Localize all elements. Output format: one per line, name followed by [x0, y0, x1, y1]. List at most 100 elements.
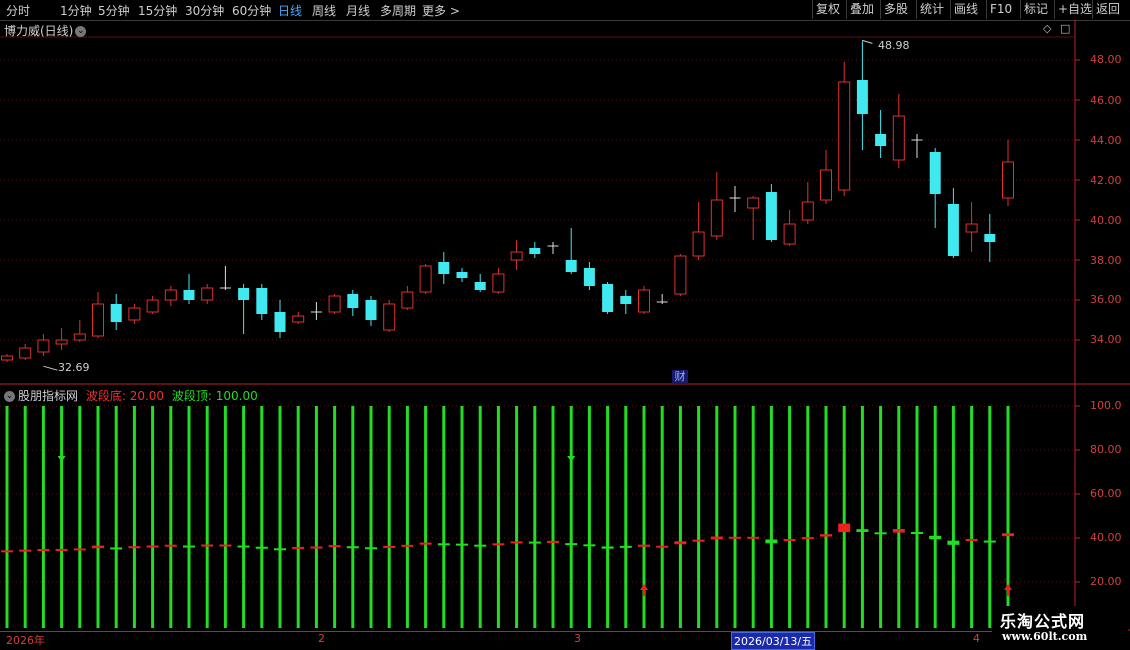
- indicator-block: [674, 541, 687, 545]
- indicator-block: [365, 547, 377, 550]
- candle-body: [73, 333, 86, 341]
- candle-body: [875, 134, 887, 146]
- candle-body: [474, 282, 486, 290]
- indicator-block: [510, 541, 523, 544]
- indicator-block: [929, 535, 942, 540]
- indicator-block: [619, 545, 632, 548]
- candle-body: [419, 265, 432, 293]
- candle-body: [947, 204, 959, 256]
- indicator-block: [765, 539, 778, 544]
- candle-body: [19, 347, 32, 359]
- candle-body: [747, 197, 760, 209]
- date-label: 4: [973, 632, 980, 645]
- indicator-block: [146, 545, 159, 548]
- candle-body: [1002, 161, 1014, 199]
- indicator-block: [201, 544, 214, 547]
- indicator-block: [110, 547, 123, 550]
- y-tick-label: 44.00: [1090, 134, 1122, 147]
- arrow-down-icon: [567, 450, 576, 462]
- candle-body: [183, 290, 195, 300]
- candle-body: [929, 152, 941, 194]
- candle-body: [256, 288, 268, 314]
- arrow-up-icon: [1004, 584, 1012, 596]
- arrow-up-icon: [640, 584, 648, 596]
- candle-body: [347, 294, 359, 308]
- indicator-block: [492, 543, 505, 546]
- indicator-y-tick: 100.0: [1090, 399, 1122, 412]
- indicator-block: [729, 536, 741, 539]
- y-tick-label: 46.00: [1090, 94, 1122, 107]
- window-toggle-icon[interactable]: □: [1060, 22, 1070, 35]
- candle-body: [565, 260, 577, 272]
- candle-body: [456, 272, 468, 278]
- candle-body: [638, 289, 650, 313]
- candle-body: [692, 231, 705, 257]
- top-line-label: 波段顶: 100.00: [171, 389, 258, 403]
- indicator-block: [801, 537, 814, 540]
- indicator-block: [601, 546, 614, 549]
- indicator-block: [911, 531, 923, 534]
- indicator-block: [583, 544, 596, 547]
- indicator-block: [874, 532, 887, 535]
- indicator-block: [128, 546, 141, 549]
- indicator-block: [528, 541, 541, 544]
- indicator-y-tick: 20.00: [1090, 575, 1122, 588]
- candle-body: [328, 295, 341, 313]
- candle-body: [238, 288, 250, 300]
- indicator-block: [747, 536, 760, 539]
- indicator-y-tick: 80.00: [1090, 443, 1122, 456]
- candle-body: [401, 291, 414, 309]
- y-tick-label: 38.00: [1090, 254, 1122, 267]
- y-tick-label: 42.00: [1090, 174, 1122, 187]
- candle-body: [602, 284, 614, 312]
- chevron-down-icon[interactable]: ⌄: [75, 26, 87, 37]
- high-price-label: 48.98: [878, 39, 910, 52]
- indicator-block: [328, 545, 341, 548]
- candle-body: [292, 315, 305, 323]
- indicator-block: [983, 540, 996, 543]
- candle-body: [783, 223, 796, 245]
- candle-body: [365, 300, 377, 320]
- diamond-icon[interactable]: ◇: [1043, 22, 1051, 35]
- selected-date: 2026/03/13/五: [731, 632, 816, 650]
- indicator-block: [310, 546, 323, 549]
- indicator-block: [947, 540, 960, 545]
- candle-body: [37, 339, 50, 353]
- y-tick-label: 34.00: [1090, 333, 1122, 346]
- indicator-block: [1, 550, 13, 553]
- indicator-block: [838, 523, 851, 533]
- candle-body: [838, 81, 851, 191]
- candle-body: [438, 262, 450, 274]
- candlestick-chart[interactable]: [0, 0, 1130, 650]
- candle-body: [965, 223, 978, 233]
- candle-body: [856, 80, 868, 114]
- candle-body: [820, 169, 832, 201]
- low-price-label: 32.69: [58, 361, 90, 374]
- candle-body: [1, 355, 13, 361]
- candle-body: [892, 115, 905, 161]
- indicator-name: 股朋指标网: [18, 389, 79, 403]
- indicator-y-tick: 60.00: [1090, 487, 1122, 500]
- indicator-block: [656, 545, 669, 548]
- indicator-block: [710, 536, 723, 540]
- stock-title: 博力威(日线): [4, 24, 74, 38]
- candle-body: [492, 273, 505, 293]
- date-label: 2: [318, 632, 325, 645]
- finance-marker[interactable]: 财: [672, 370, 688, 384]
- candle-body: [765, 192, 777, 240]
- y-tick-label: 40.00: [1090, 214, 1122, 227]
- indicator-block: [474, 544, 487, 547]
- indicator-block: [383, 545, 396, 548]
- y-tick-label: 36.00: [1090, 293, 1122, 306]
- indicator-block: [965, 539, 978, 542]
- candle-body: [583, 268, 595, 286]
- indicator-block: [292, 546, 305, 549]
- indicator-block: [783, 539, 796, 542]
- candle-body: [510, 251, 523, 261]
- indicator-block: [419, 542, 432, 545]
- chevron-down-icon[interactable]: ⌄: [4, 391, 15, 402]
- candle-body: [801, 201, 814, 221]
- indicator-block: [55, 548, 68, 551]
- indicator-y-tick: 40.00: [1090, 531, 1122, 544]
- low-pointer: [43, 365, 58, 371]
